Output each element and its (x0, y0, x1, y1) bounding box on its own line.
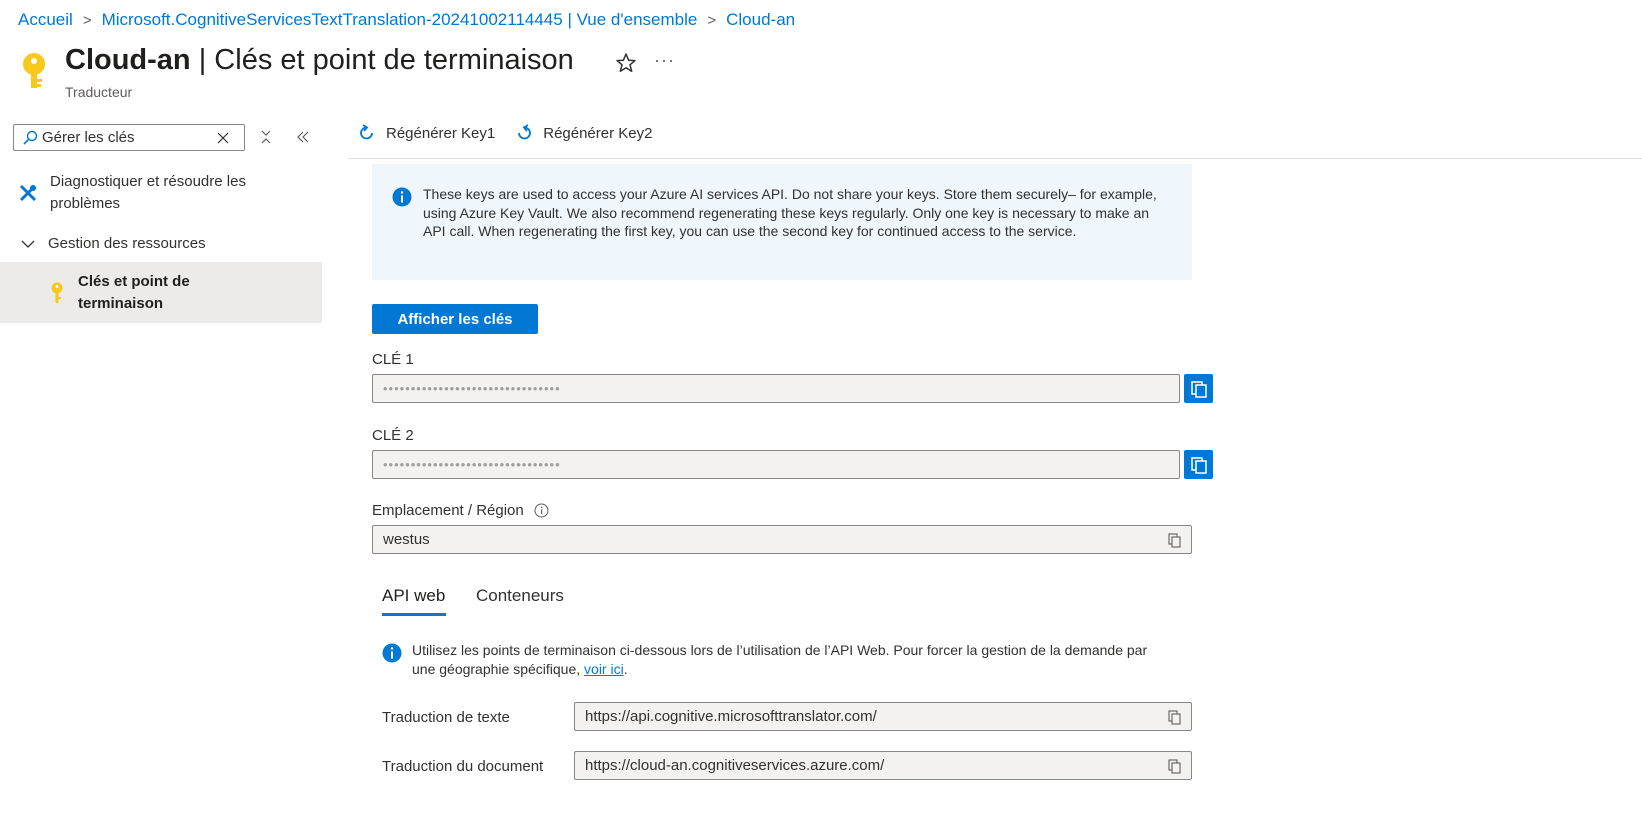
info-icon (392, 187, 412, 207)
chevron-right-icon: > (707, 11, 717, 29)
copy-key1-button[interactable] (1184, 374, 1213, 403)
collapse-all-icon[interactable] (258, 129, 274, 145)
regenerate-key1-label: Régénérer Key1 (386, 124, 496, 142)
key2-field[interactable]: •••••••••••••••••••••••••••••••• (372, 450, 1180, 479)
breadcrumb-current[interactable]: Cloud-an (726, 10, 795, 30)
regenerate-key2-button[interactable]: Régénérer Key2 (515, 124, 652, 142)
search-icon (23, 130, 38, 145)
breadcrumb-home[interactable]: Accueil (18, 10, 73, 30)
wrench-icon (19, 184, 37, 202)
key-icon (23, 53, 45, 88)
tab-containers[interactable]: Conteneurs (476, 586, 564, 606)
sidebar-item-diagnose[interactable]: Diagnostiquer et résoudre les problèmes (18, 171, 318, 215)
toolbar-divider (348, 158, 1642, 159)
refresh-icon (360, 124, 373, 140)
copy-icon[interactable] (1167, 758, 1183, 774)
page-subtitle: Traducteur (65, 84, 133, 100)
info-icon (382, 643, 402, 663)
sidebar-item-keys-endpoint[interactable]: Clés et point de terminaison (0, 262, 322, 323)
copy-icon (1190, 456, 1207, 474)
api-info-text: Utilisez les points de terminaison ci-de… (412, 642, 1148, 677)
sidebar-item-label: Clés et point de terminaison (78, 272, 190, 312)
location-label-row: Emplacement / Région (372, 502, 549, 519)
active-tab-indicator (382, 613, 446, 616)
command-bar: Régénérer Key1 Régénérer Key2 (358, 124, 672, 142)
info-icon[interactable] (534, 503, 549, 518)
text-translation-endpoint: https://api.cognitive.microsofttranslato… (585, 708, 877, 725)
hide-menu-icon[interactable] (295, 129, 311, 145)
sidebar-item-label: Diagnostiquer et résoudre les problèmes (50, 173, 246, 212)
favorite-star-icon[interactable] (614, 51, 638, 75)
show-keys-button[interactable]: Afficher les clés (372, 304, 538, 334)
key1-field[interactable]: •••••••••••••••••••••••••••••••• (372, 374, 1180, 403)
copy-key2-button[interactable] (1184, 450, 1213, 479)
sidebar-group-resource-management[interactable]: Gestion des ressources (20, 233, 206, 255)
text-translation-endpoint-field: https://api.cognitive.microsofttranslato… (574, 702, 1192, 731)
location-field: westus (372, 525, 1192, 554)
location-label: Emplacement / Région (372, 502, 524, 519)
search-input[interactable] (38, 129, 212, 146)
chevron-right-icon: > (82, 11, 92, 29)
key1-label: CLÉ 1 (372, 351, 414, 368)
regenerate-key1-button[interactable]: Régénérer Key1 (358, 124, 495, 142)
breadcrumb: Accueil > Microsoft.CognitiveServicesTex… (18, 10, 795, 30)
tab-api-web[interactable]: API web (382, 586, 445, 606)
text-translation-label: Traduction de texte (382, 709, 510, 726)
document-translation-label: Traduction du document (382, 758, 544, 775)
key-icon (51, 282, 63, 303)
sidebar-search[interactable] (13, 124, 245, 151)
info-banner: These keys are used to access your Azure… (372, 164, 1192, 280)
clear-search-icon[interactable] (216, 131, 230, 145)
regenerate-key2-label: Régénérer Key2 (543, 124, 653, 142)
see-here-link[interactable]: voir ici (584, 661, 624, 677)
more-options-icon[interactable]: ··· (654, 50, 675, 71)
info-banner-text: These keys are used to access your Azure… (423, 186, 1157, 239)
copy-icon[interactable] (1167, 532, 1183, 548)
refresh-icon (518, 124, 532, 140)
copy-icon[interactable] (1167, 709, 1183, 725)
key2-label: CLÉ 2 (372, 427, 414, 444)
breadcrumb-resource-overview[interactable]: Microsoft.CognitiveServicesTextTranslati… (102, 10, 698, 30)
copy-icon (1190, 380, 1207, 398)
location-value: westus (383, 531, 430, 548)
document-translation-endpoint: https://cloud-an.cognitiveservices.azure… (585, 757, 885, 774)
document-translation-endpoint-field: https://cloud-an.cognitiveservices.azure… (574, 751, 1192, 780)
page-title: Cloud-an | Clés et point de terminaison (65, 44, 574, 76)
chevron-down-icon (21, 240, 35, 248)
sidebar-group-label: Gestion des ressources (48, 235, 206, 252)
